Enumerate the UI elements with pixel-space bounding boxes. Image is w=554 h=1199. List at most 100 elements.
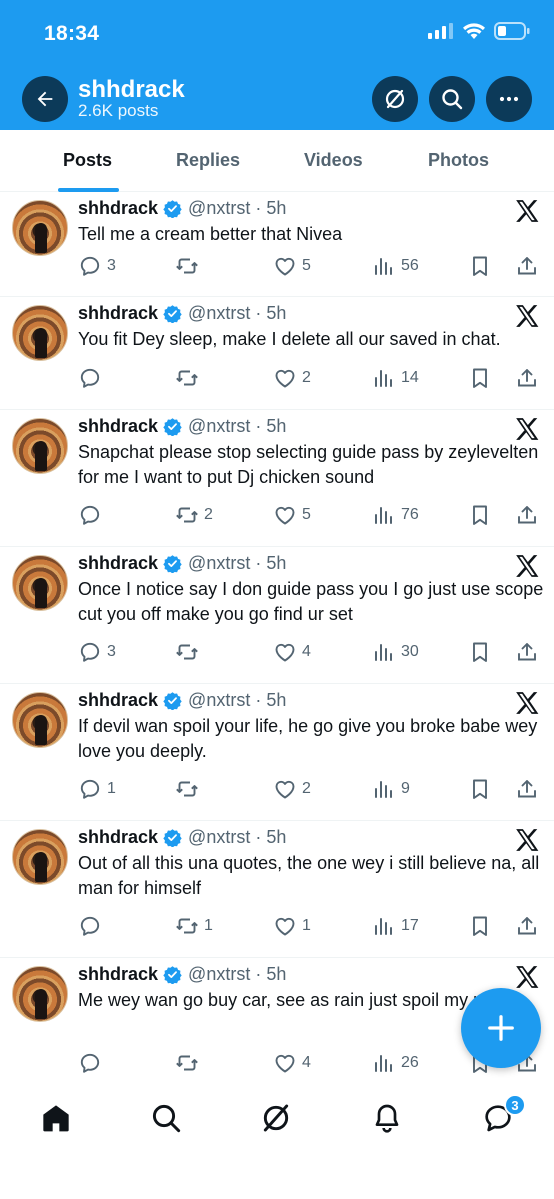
repost-button[interactable] [175,366,204,390]
like-button[interactable]: 5 [273,503,311,527]
views-count: 17 [401,917,419,934]
back-button[interactable] [22,76,68,122]
post-header: shhdrack @nxtrst · 5h [78,690,286,711]
repost-icon [175,1051,199,1075]
share-icon [515,914,539,938]
reply-button[interactable] [78,366,107,390]
bookmark-button[interactable] [468,503,492,527]
reply-button[interactable]: 1 [78,777,116,801]
reply-button[interactable]: 3 [78,640,116,664]
x-logo-icon [514,303,540,329]
post-item[interactable]: shhdrack @nxtrst · 5h Once I notice say I … [0,547,554,684]
post-text[interactable]: Snapchat please stop selecting guide pas… [78,440,544,489]
nav-search[interactable] [146,1098,186,1138]
author-avatar[interactable] [12,692,68,748]
post-item[interactable]: shhdrack @nxtrst · 5h If devil wan spoil y… [0,684,554,821]
like-button[interactable]: 2 [273,777,311,801]
post-text[interactable]: Out of all this una quotes, the one wey … [78,851,544,900]
post-text[interactable]: If devil wan spoil your life, he go give… [78,714,544,763]
author-avatar[interactable] [12,829,68,885]
like-button[interactable]: 4 [273,640,311,664]
reply-button[interactable] [78,503,107,527]
repost-button[interactable] [175,777,204,801]
share-icon [515,777,539,801]
bookmark-button[interactable] [468,366,492,390]
bookmark-icon [468,777,492,801]
post-item[interactable]: shhdrack @nxtrst · 5h You fit Dey sleep, m… [0,297,554,410]
share-icon [515,366,539,390]
nav-grok[interactable] [256,1098,296,1138]
repost-button[interactable] [175,1051,204,1075]
bookmark-button[interactable] [468,914,492,938]
author-name[interactable]: shhdrack [78,964,158,985]
post-text[interactable]: Tell me a cream better that Nivea [78,222,544,247]
repost-button[interactable]: 1 [175,914,213,938]
author-avatar[interactable] [12,555,68,611]
post-text[interactable]: Once I notice say I don guide pass you I… [78,577,544,626]
tab-videos[interactable]: Videos [304,150,363,171]
post-item[interactable]: shhdrack @nxtrst · 5h Snapchat please stop… [0,410,554,547]
repost-button[interactable] [175,640,204,664]
views-button[interactable]: 76 [372,503,419,527]
verified-badge-icon [163,417,182,436]
views-button[interactable]: 56 [372,254,419,278]
repost-button[interactable] [175,254,204,278]
reply-button[interactable] [78,1051,107,1075]
search-button[interactable] [429,76,475,122]
author-name[interactable]: shhdrack [78,827,158,848]
share-button[interactable] [515,914,539,938]
views-button[interactable]: 9 [372,777,410,801]
post-header: shhdrack @nxtrst · 5h [78,303,286,324]
share-button[interactable] [515,777,539,801]
views-button[interactable]: 14 [372,366,419,390]
tab-posts[interactable]: Posts [63,150,112,171]
views-button[interactable]: 17 [372,914,419,938]
bookmark-button[interactable] [468,777,492,801]
author-name[interactable]: shhdrack [78,303,158,324]
compose-post-button[interactable] [461,988,541,1068]
views-button[interactable]: 26 [372,1051,419,1075]
views-button[interactable]: 30 [372,640,419,664]
bookmark-button[interactable] [468,254,492,278]
share-button[interactable] [515,640,539,664]
reply-icon [78,777,102,801]
grok-button[interactable] [372,76,418,122]
tab-replies[interactable]: Replies [176,150,240,171]
author-avatar[interactable] [12,966,68,1022]
tab-photos[interactable]: Photos [428,150,489,171]
post-feed[interactable]: shhdrack @nxtrst · 5h Tell me a cream bett… [0,192,554,1082]
like-button[interactable]: 2 [273,366,311,390]
author-name[interactable]: shhdrack [78,553,158,574]
share-button[interactable] [515,254,539,278]
views-icon [372,777,396,801]
like-button[interactable]: 1 [273,914,311,938]
author-name[interactable]: shhdrack [78,198,158,219]
like-button[interactable]: 4 [273,1051,311,1075]
repost-button[interactable]: 2 [175,503,213,527]
author-avatar[interactable] [12,305,68,361]
search-icon [152,1104,181,1133]
author-avatar[interactable] [12,418,68,474]
author-name[interactable]: shhdrack [78,690,158,711]
share-button[interactable] [515,366,539,390]
author-avatar[interactable] [12,200,68,256]
reply-button[interactable] [78,914,107,938]
author-handle: @nxtrst · 5h [188,303,287,323]
nav-notifications[interactable] [367,1098,407,1138]
post-item[interactable]: shhdrack @nxtrst · 5h Tell me a cream bett… [0,192,554,297]
author-name[interactable]: shhdrack [78,416,158,437]
reply-count: 3 [107,643,116,660]
post-item[interactable]: shhdrack @nxtrst · 5h Out of all this una … [0,821,554,958]
share-button[interactable] [515,503,539,527]
post-header: shhdrack @nxtrst · 5h [78,827,286,848]
bookmark-button[interactable] [468,640,492,664]
author-handle: @nxtrst · 5h [188,964,287,984]
post-text[interactable]: You fit Dey sleep, make I delete all our… [78,327,544,352]
like-button[interactable]: 5 [273,254,311,278]
views-count: 14 [401,369,419,386]
more-options-button[interactable] [486,76,532,122]
nav-home[interactable] [36,1098,76,1138]
reply-button[interactable]: 3 [78,254,116,278]
repost-icon [175,503,199,527]
views-count: 76 [401,506,419,523]
